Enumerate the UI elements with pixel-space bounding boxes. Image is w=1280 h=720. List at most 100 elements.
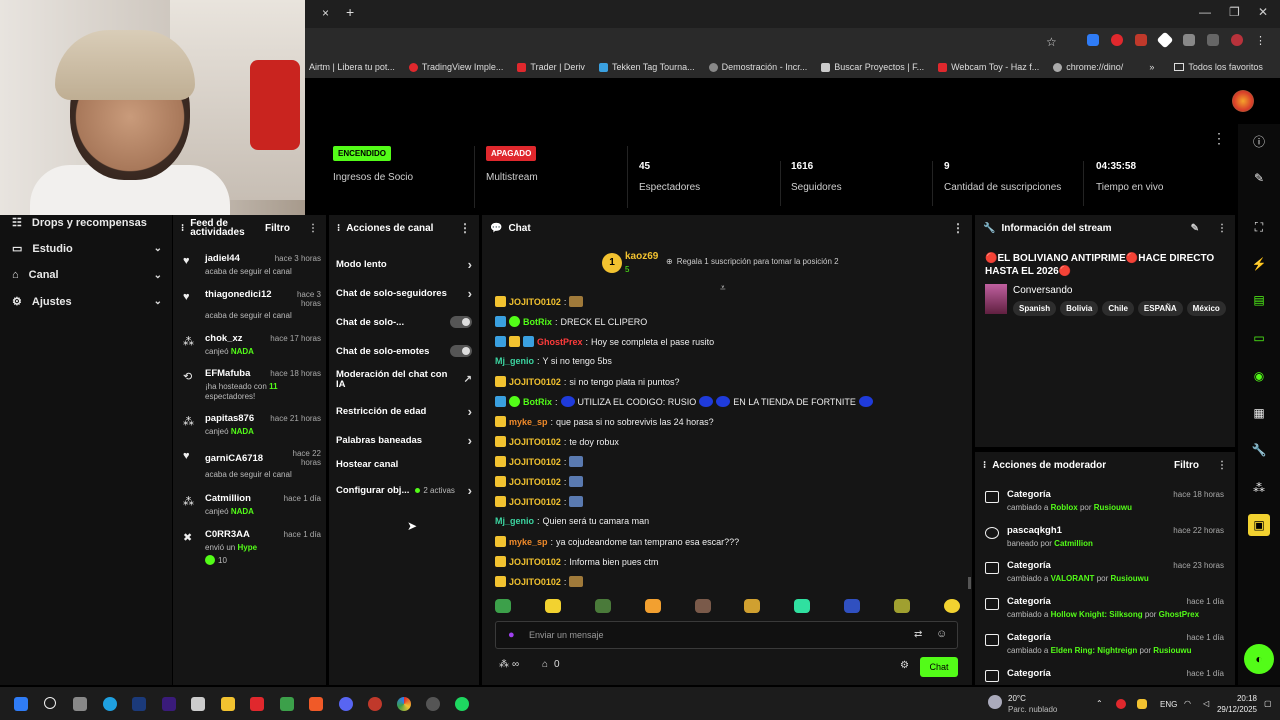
action-host-channel[interactable]: Hostear canal xyxy=(336,459,472,470)
filter-button[interactable]: Filtro xyxy=(1174,460,1199,471)
list-icon[interactable] xyxy=(1207,34,1219,46)
chat-message[interactable]: JOJITO0102: xyxy=(495,456,584,467)
chat-user[interactable]: myke_sp xyxy=(509,417,548,427)
store-indicator[interactable]: ⌂ 0 xyxy=(542,659,560,670)
feed-item[interactable]: ⁂ chok_xz hace 17 horas canjeó NADA xyxy=(181,333,321,361)
notifications-icon[interactable]: ▢ xyxy=(1264,699,1272,708)
edit-icon[interactable]: ✎ xyxy=(1191,223,1199,234)
bookmark-item[interactable]: chrome://dino/ xyxy=(1053,62,1123,72)
stream-category[interactable]: Conversando xyxy=(1013,285,1072,296)
chat-user[interactable]: JOJITO0102 xyxy=(509,557,561,567)
chat-user[interactable]: JOJITO0102 xyxy=(509,477,561,487)
action-subs-only[interactable]: Chat de solo-... xyxy=(336,316,472,328)
emote-icon[interactable] xyxy=(894,599,910,613)
bookmark-item[interactable]: Airtm | Libera tu pot... xyxy=(309,62,395,72)
bookmark-item[interactable]: Webcam Toy - Haz f... xyxy=(938,62,1039,72)
chat-message[interactable]: JOJITO0102: te doy robux xyxy=(495,436,619,447)
chat-message[interactable]: JOJITO0102: Informa bien pues ctm xyxy=(495,556,658,567)
browser-menu-icon[interactable]: ⋮ xyxy=(1255,34,1266,47)
translate-icon[interactable]: ⇄ xyxy=(914,629,922,640)
feed-item[interactable]: ♥ garniCA6718 hace 22 horas acaba de seg… xyxy=(181,448,321,484)
feed-user[interactable]: garniCA6718 xyxy=(205,453,263,464)
chrome-icon[interactable] xyxy=(397,697,411,711)
action-banned-words[interactable]: Palabras baneadas › xyxy=(336,433,472,448)
emoji-icon[interactable]: ☺ xyxy=(936,628,947,640)
top-gifter-name[interactable]: kaoz69 xyxy=(625,251,658,262)
microphone-icon[interactable]: ● xyxy=(508,629,515,641)
chat-scrollbar[interactable] xyxy=(968,577,971,589)
emote-icon[interactable] xyxy=(644,599,661,613)
status-badge[interactable]: ENCENDIDO xyxy=(333,146,392,161)
info-icon[interactable]: ⓘ xyxy=(1251,134,1267,150)
window-close-icon[interactable]: ✕ xyxy=(1258,5,1268,19)
action-followers-only[interactable]: Chat de solo-seguidores › xyxy=(336,286,472,301)
kebab-icon[interactable]: ⋮ xyxy=(952,221,964,235)
kebab-icon[interactable]: ⋮ xyxy=(459,221,471,235)
emote-icon[interactable] xyxy=(694,599,711,613)
stats-menu-icon[interactable]: ⋮ xyxy=(1212,130,1226,147)
chat-message[interactable]: JOJITO0102: xyxy=(495,576,584,587)
windows-start-icon[interactable] xyxy=(14,697,28,711)
bookmark-item[interactable]: TradingView Imple... xyxy=(408,62,503,72)
puzzle-icon[interactable] xyxy=(1183,34,1195,46)
bookmark-item[interactable]: Buscar Proyectos | F... xyxy=(821,62,924,72)
feed-user[interactable]: EFMafuba xyxy=(205,368,250,379)
chat-user[interactable]: BotRix xyxy=(523,397,552,407)
mod-log-item[interactable]: pascaqkgh1 hace 22 horas baneado por Cat… xyxy=(983,525,1226,553)
emote-icon[interactable] xyxy=(943,599,960,613)
chat-user[interactable]: JOJITO0102 xyxy=(509,577,561,587)
mod-author[interactable]: Rusiouwu xyxy=(1094,503,1132,512)
search-icon[interactable] xyxy=(44,697,56,709)
mod-log-item[interactable]: Categoría hace 18 horas cambiado a Roblo… xyxy=(983,489,1226,517)
tab-close-button[interactable]: × xyxy=(322,6,336,20)
layers-icon[interactable]: ▦ xyxy=(1251,405,1267,421)
drag-handle-icon[interactable]: ⁝ xyxy=(181,223,184,234)
kebab-icon[interactable]: ⋮ xyxy=(308,223,318,234)
feed-item[interactable]: ♥ jadiel44 hace 3 horas acaba de seguir … xyxy=(181,253,321,283)
feed-item[interactable]: ⁂ Catmillion hace 1 día canjeó NADA xyxy=(181,493,321,521)
chat-user[interactable]: JOJITO0102 xyxy=(509,497,561,507)
emote-icon[interactable] xyxy=(744,599,761,613)
tray-icon[interactable] xyxy=(1116,699,1126,709)
toggle-switch[interactable] xyxy=(450,316,472,328)
chat-message[interactable]: BotRix: DRECK EL CLIPERO xyxy=(495,316,647,327)
chat-message[interactable]: JOJITO0102: xyxy=(495,476,584,487)
action-ai-moderation[interactable]: Moderación del chat con IA ↗ xyxy=(336,370,472,390)
nav-channel[interactable]: ⌂ Canal ⌄ xyxy=(12,269,162,281)
chat-message[interactable]: Mj_genio: Quien será tu camara man xyxy=(495,516,649,526)
feed-user[interactable]: chok_xz xyxy=(205,333,243,344)
tray-icon[interactable] xyxy=(1137,699,1147,709)
drag-handle-icon[interactable]: ⁝ xyxy=(983,460,986,471)
chat-user[interactable]: JOJITO0102 xyxy=(509,457,561,467)
feed-user[interactable]: C0RR3AA xyxy=(205,529,250,540)
action-age-restriction[interactable]: Restricción de edad › xyxy=(336,404,472,419)
tag[interactable]: México xyxy=(1186,301,1226,316)
feed-user[interactable]: thiagonedici12 xyxy=(205,289,272,300)
gift-icon[interactable]: ▣ xyxy=(1248,514,1270,536)
feed-user[interactable]: jadiel44 xyxy=(205,253,240,264)
emote-icon[interactable] xyxy=(544,599,561,613)
action-slow-mode[interactable]: Modo lento › xyxy=(336,257,472,272)
filter-button[interactable]: Filtro xyxy=(265,223,290,234)
deriv-icon[interactable] xyxy=(250,697,264,711)
chat-settings-icon[interactable]: ⚙ xyxy=(900,660,909,671)
profile-icon[interactable] xyxy=(1231,34,1243,46)
chat-user[interactable]: JOJITO0102 xyxy=(509,437,561,447)
restore-icon[interactable]: ❐ xyxy=(1229,5,1240,19)
mod-author[interactable]: Catmillion xyxy=(1054,539,1093,548)
feed-item[interactable]: ⁂ papitas876 hace 21 horas canjeó NADA xyxy=(181,413,321,441)
all-favorites-folder[interactable]: Todos los favoritos xyxy=(1174,62,1263,72)
feed-item[interactable]: ♥ thiagonedici12 hace 3 horas acaba de s… xyxy=(181,289,321,325)
chat-icon[interactable]: ▭ xyxy=(1251,330,1267,346)
chat-user[interactable]: GhostPrex xyxy=(537,337,583,347)
lightning-icon[interactable]: ⚡ xyxy=(1251,256,1267,272)
feed-item[interactable]: ⟲ EFMafuba hace 18 horas ¡ha hosteado co… xyxy=(181,368,321,404)
volume-icon[interactable]: ◁ xyxy=(1203,699,1209,708)
tag[interactable]: Spanish xyxy=(1013,301,1057,316)
chat-user[interactable]: BotRix xyxy=(523,317,552,327)
kebab-icon[interactable]: ⋮ xyxy=(1217,223,1227,234)
viewers-indicator[interactable]: ⁂ ∞ xyxy=(499,659,519,670)
mod-log-item[interactable]: Categoría hace 1 día cambiado a Elden Ri… xyxy=(983,632,1226,660)
store-icon[interactable] xyxy=(191,697,205,711)
support-icon[interactable]: ◐ xyxy=(1244,644,1274,674)
